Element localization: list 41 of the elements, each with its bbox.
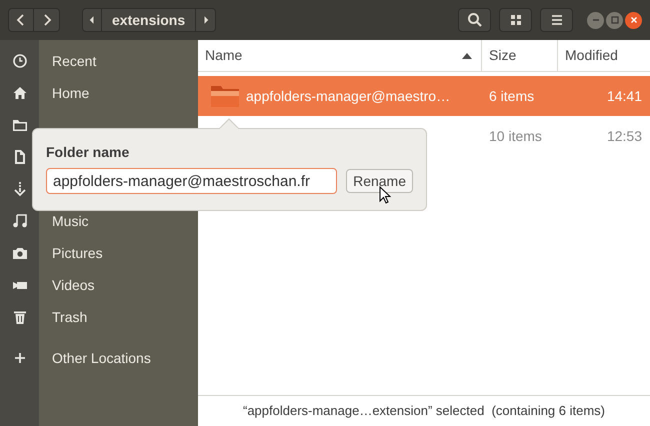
status-bar: “appfolders-manage…extension” selected (containing 6 items) — [198, 395, 650, 426]
music-note-icon — [12, 213, 28, 229]
popover-title: Folder name — [46, 143, 130, 162]
path-right-button[interactable] — [196, 8, 216, 32]
close-icon — [630, 16, 638, 24]
folder-icon — [12, 117, 28, 133]
minimize-button[interactable] — [587, 12, 604, 28]
sidebar-item[interactable]: Other Locations — [52, 348, 151, 368]
mouse-pointer-icon — [379, 186, 391, 204]
file-row[interactable]: appfolders-manager@maestro… 6 items 14:41 — [198, 76, 650, 116]
rename-button[interactable]: Rename — [346, 169, 413, 193]
sidebar-item[interactable]: Trash — [52, 306, 88, 328]
search-button[interactable] — [458, 8, 491, 32]
search-icon — [466, 12, 482, 28]
sidebar-item[interactable]: Recent — [52, 50, 96, 72]
file-name: appfolders-manager@maestro… — [246, 86, 450, 106]
sidebar-item[interactable]: Music — [52, 210, 89, 232]
path-button[interactable]: extensions — [102, 8, 196, 32]
home-icon — [12, 85, 28, 101]
maximize-icon — [610, 16, 618, 24]
close-button[interactable] — [625, 12, 642, 28]
folder-icon — [210, 84, 240, 108]
sidebar-item[interactable]: Pictures — [52, 242, 103, 264]
path-left-button[interactable] — [82, 8, 102, 32]
modified-time: 14:41 — [606, 86, 642, 106]
file-size: 6 items — [489, 88, 534, 104]
download-icon — [12, 181, 28, 197]
trash-icon — [12, 309, 28, 325]
forward-button[interactable] — [34, 8, 60, 32]
sidebar-item[interactable]: Videos — [52, 274, 95, 296]
folder-name-field[interactable]: appfolders-manager@maestroschan.fr — [46, 168, 338, 194]
view-button[interactable] — [499, 8, 532, 32]
clock-icon — [12, 53, 28, 69]
modified-time: 12:53 — [606, 126, 642, 146]
sidebar-item[interactable]: Home — [52, 82, 90, 104]
back-button[interactable] — [8, 8, 34, 32]
column-header[interactable]: Size — [489, 45, 516, 66]
column-header[interactable]: Name — [205, 45, 242, 66]
file-size: 10 items — [489, 128, 542, 144]
menu-button[interactable] — [540, 8, 573, 32]
column-header[interactable]: Modified — [565, 45, 618, 66]
